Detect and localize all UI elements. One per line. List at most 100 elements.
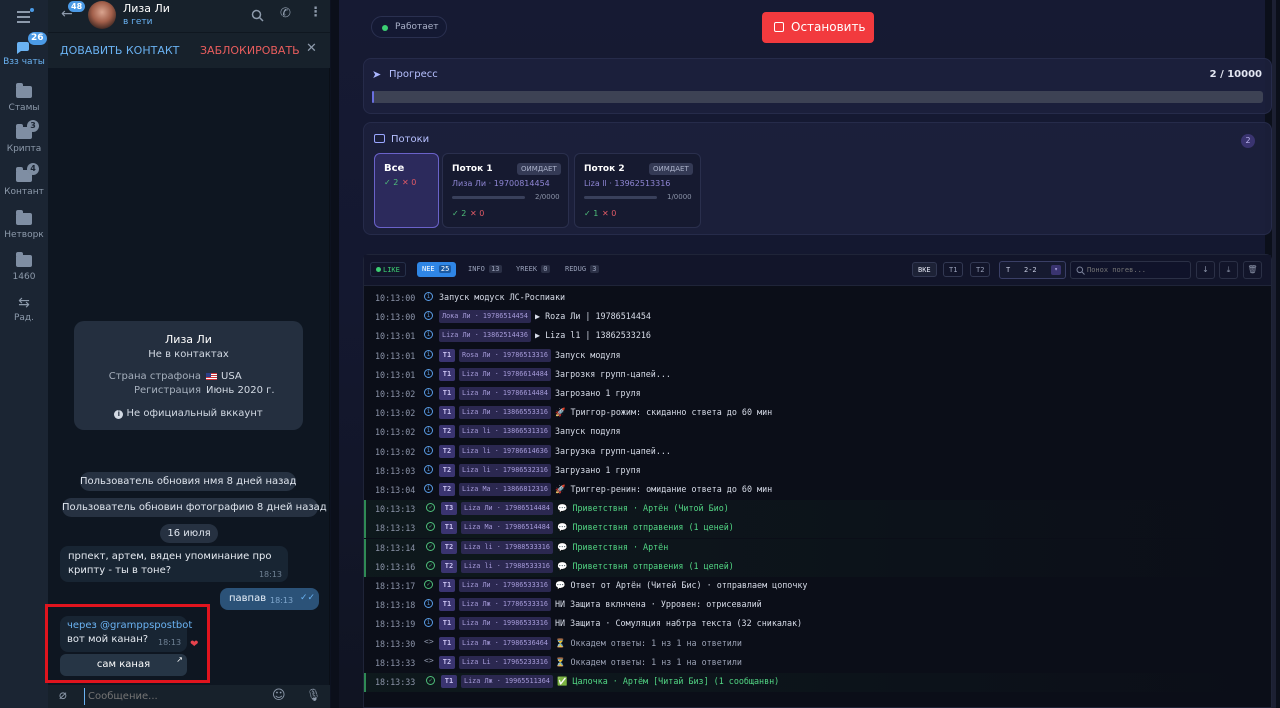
log-thread-tag: T1 [441,521,457,535]
info-circle-icon: i [424,618,433,628]
log-thread-tag: T2 [439,655,455,669]
log-search-input[interactable] [1087,263,1187,277]
log-thread-tag: T1 [439,348,455,362]
flag-us-icon [206,373,217,380]
folder-item[interactable]: Стамы [0,83,48,113]
inline-keyboard-button[interactable]: сам каная ↗ [60,654,187,676]
chevron-down-icon: ▾ [1051,265,1061,275]
log-row: 18:13:18 i T1 Liza Лж · 17786533316 НИ Защит… [364,596,1270,615]
log-tab-info[interactable]: INFO 13 [463,262,507,277]
registration-value: Июнь 2020 г. [206,385,275,396]
status-dot-icon [382,25,388,31]
filter-t2-button[interactable]: T2 [970,262,991,277]
date-separator: 16 июля [160,524,218,543]
log-account-tag: Liza Li · 17965233316 [459,655,551,669]
info-circle-icon: i [424,368,433,378]
check-circle-icon: ✓ [426,560,435,570]
clear-button[interactable]: 🗑 [1243,261,1262,279]
info-circle-icon: i [424,426,433,436]
outgoing-message: павпав 18:13 ✓✓ [220,588,319,610]
scroll-down-button[interactable]: ↓ [1196,261,1215,279]
log-account-tag: Liza Ma · 17986514484 [461,521,553,535]
thread-card[interactable]: Поток 2 ОИМДАЕТ Liza ll · 13962513316 1/… [574,153,701,228]
log-account-tag: Liza li · 17988533316 [461,559,553,573]
thread-card[interactable]: Поток 1 ОИМДАЕТ Лиза Ли · 19700814454 2/… [442,153,569,228]
folder-item[interactable]: 4 Контант [0,163,48,197]
emoji-icon[interactable]: ☺ [272,688,286,703]
thread-account: Лиза Ли · 19700814454 [452,179,550,188]
info-subtitle: Не в контактах [148,349,229,360]
log-time: 10:13:02 [375,427,416,438]
country-label: Страна страфона [108,371,201,382]
folder-item[interactable]: ⇆ Рад. [0,296,48,323]
log-row: 10:13:00 i Запуск модуск ЛС-Роспиаки [364,289,1270,308]
incoming-message: прпект, артем, вяден упоминание про крип… [60,546,288,582]
more-vertical-icon[interactable]: ⋮ [309,5,322,20]
avatar[interactable] [88,1,116,29]
attach-icon[interactable]: ⌀ [59,688,67,703]
filter-all-button[interactable]: BKE [912,262,937,277]
thread-card-all[interactable]: Все ✓ 2 ✕ 0 [374,153,439,228]
trash-icon: 🗑 [1247,265,1258,274]
log-time: 10:13:00 [375,293,416,303]
folder-item[interactable]: 3 Крипта [0,120,48,154]
heart-reaction-icon[interactable]: ❤ [190,639,198,650]
log-account-tag: Liza li · 17986532316 [459,463,551,477]
log-message: ▶ Liza l1 | 13862533216 [535,330,651,341]
arrow-down-icon: ↓ [1202,265,1209,274]
log-search[interactable] [1070,261,1191,279]
folder-item[interactable]: Нетворк [0,210,48,240]
message-text: павпав [229,593,267,604]
progress-fill [372,91,374,103]
check-circle-icon: ✓ [424,580,433,589]
threads-count-badge: 2 [1241,134,1255,148]
thread-err: ✕ 0 [602,209,617,218]
folder-item[interactable]: 1460 [0,252,48,282]
check-circle-icon: ✓ [426,676,435,685]
status-chip: Работает [371,16,447,38]
thread-progress-bar [584,196,657,199]
add-contact-button[interactable]: ДОВАВИТЬ КОНТАКТ [60,44,179,57]
message-text: прпект, артем, вяден упоминание про крип… [68,551,272,576]
log-tab-all[interactable]: NEE 25 [417,262,457,277]
log-time: 18:13:33 [375,657,416,668]
block-button[interactable]: ЗАБЛОКИРОВАТЬ [200,44,300,57]
via-bot-label[interactable]: через @gramppspostbot [67,620,192,631]
menu-icon[interactable] [17,8,34,23]
log-time: 18:13:18 [375,600,416,611]
log-time: 18:13:30 [375,638,416,649]
incoming-bot-message: через @gramppspostbot вот мой канан? 18:… [60,616,192,652]
filter-t1-button[interactable]: T1 [943,262,964,277]
thread-name: Поток 1 [452,164,493,174]
stop-button[interactable]: Остановить [762,12,874,43]
scrollbar[interactable] [1272,0,1276,708]
log-account-tag: Liza Ли · 17986514484 [461,502,553,516]
message-time: 18:13 [158,638,182,647]
log-tab-warn[interactable]: YREEK 0 [511,262,555,277]
contact-name[interactable]: Лиза Ли [123,2,170,15]
thread-select[interactable]: T 2-2 ▾ [999,261,1066,279]
microphone-icon[interactable]: 🎙 [306,688,321,702]
message-input[interactable] [84,688,264,705]
close-icon[interactable]: ✕ [306,41,317,56]
info-circle-icon: i [424,330,433,340]
download-button[interactable]: ⤓ [1219,261,1238,279]
search-icon[interactable] [251,9,264,22]
status-text: Работает [395,22,439,32]
info-circle-icon: i [424,311,433,321]
send-icon: ➤ [372,68,382,81]
folder-all-chats[interactable]: 26 Взз чаты [0,32,48,67]
thread-name: Поток 2 [584,164,625,174]
log-account-tag: Liza Ли · 19986533316 [459,617,551,631]
progress-card: ➤ Прогресс 2 / 10000 [363,58,1272,114]
folder-label: Нетворк [4,230,44,240]
contact-action-bar: ДОВАВИТЬ КОНТАКТ ЗАБЛОКИРОВАТЬ ✕ [48,32,330,68]
info-circle-icon: i [424,445,433,455]
log-message: Загрузано 1 групя [555,464,641,475]
phone-icon[interactable]: ✆ [280,6,291,21]
log-tab-debug[interactable]: REDUG 3 [560,262,604,277]
log-time: 18:13:33 [375,677,416,687]
thread-all-ok: ✓ 2 [384,178,399,187]
threads-title: Потоки [391,134,430,145]
double-check-icon: ✓✓ [300,593,316,603]
